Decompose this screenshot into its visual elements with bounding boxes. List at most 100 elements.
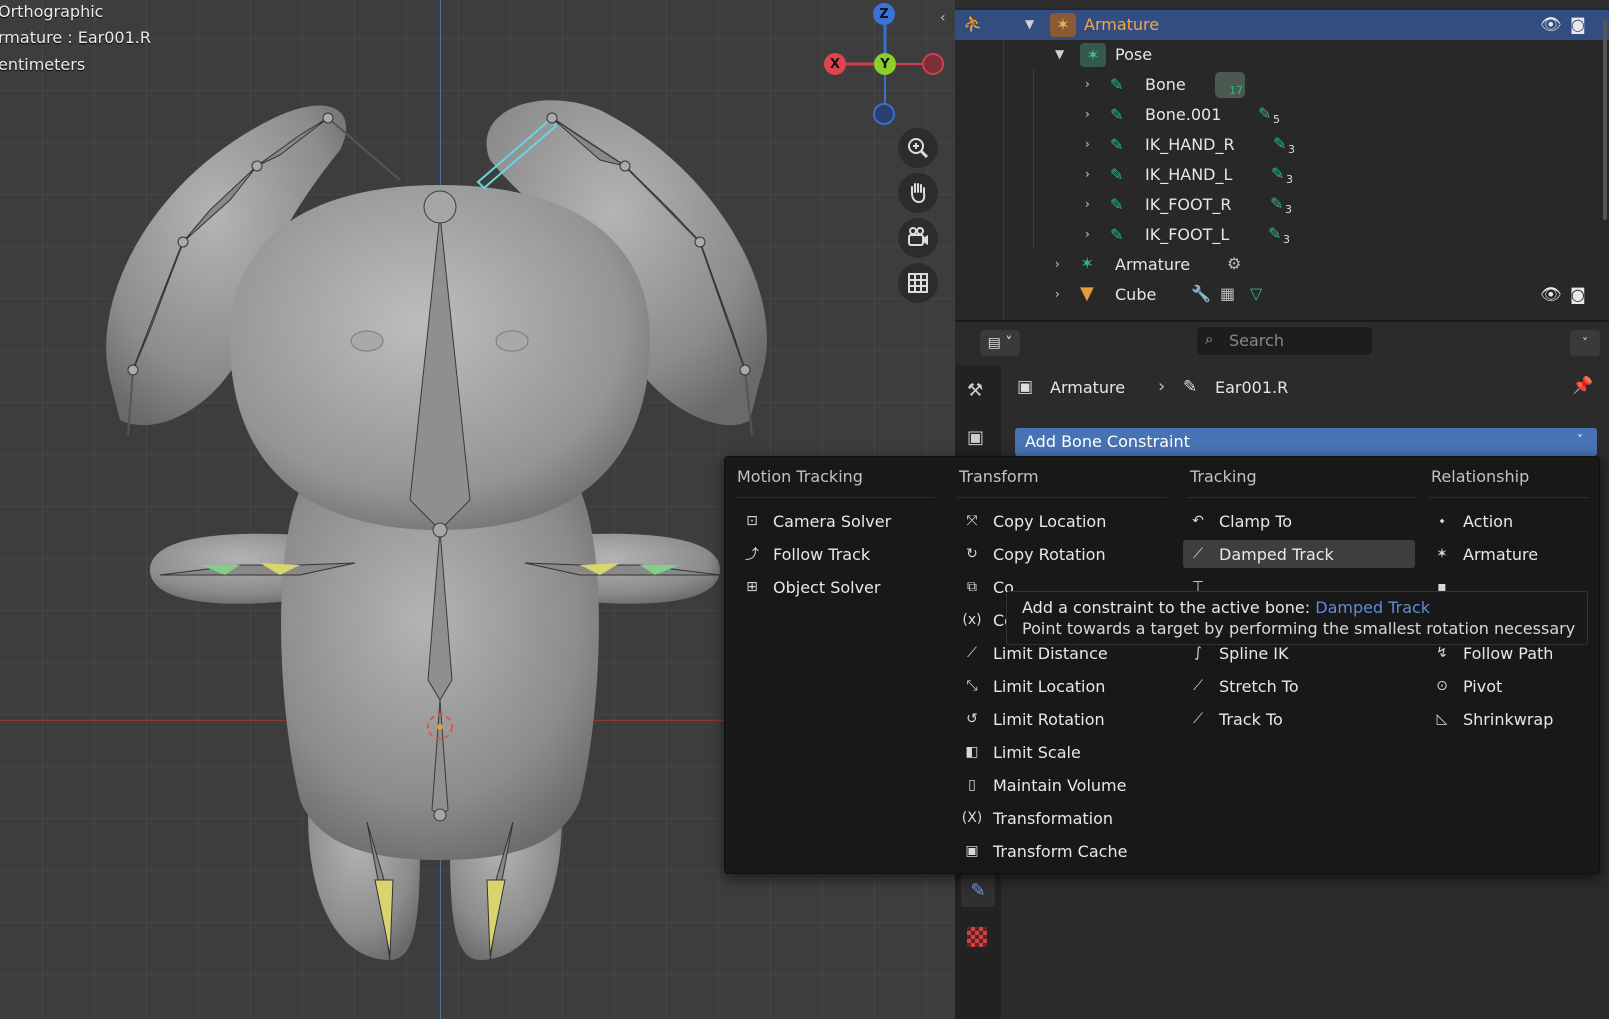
zoom-icon[interactable] (898, 128, 938, 168)
outliner-row-armature-data[interactable]: › ✶ Armature ⚙ (955, 250, 1609, 280)
outliner-row-bone[interactable]: › ✎ IK_HAND_R ✎ 3 (955, 130, 1609, 160)
menu-item-clamp-to[interactable]: ↶ Clamp To (1187, 507, 1417, 535)
chevron-right-icon[interactable]: › (1085, 137, 1090, 151)
pin-icon[interactable]: 📌 (1572, 376, 1593, 396)
outliner-row-armature[interactable]: ⛹ ▼ ✶ Armature 👁 ◙ (955, 10, 1609, 40)
chevron-right-icon[interactable]: › (1085, 77, 1090, 91)
outliner-row-pose[interactable]: ▼ ✶ Pose (955, 40, 1609, 70)
mesh-data-icon[interactable]: ▽ (1250, 284, 1262, 303)
child-count-badge: 3 (1285, 203, 1292, 216)
outliner-row-bone[interactable]: › ✎ Bone.001 ✎ 5 (955, 100, 1609, 130)
menu-item-label: Limit Rotation (993, 709, 1105, 729)
outliner-row-bone[interactable]: › ✎ IK_FOOT_R ✎ 3 (955, 190, 1609, 220)
chevron-right-icon[interactable]: › (1055, 287, 1060, 301)
pose-mode-icon[interactable]: ⛹ (963, 14, 985, 36)
eye-icon[interactable]: 👁 (1540, 285, 1562, 305)
divider (1187, 497, 1417, 498)
search-input[interactable]: Search (1229, 331, 1284, 350)
menu-item-pivot[interactable]: ⊙ Pivot (1431, 672, 1591, 700)
follow-path-icon: ↯ (1436, 645, 1448, 661)
outliner-label: Armature (1084, 15, 1160, 34)
menu-item-label: Follow Track (773, 544, 871, 564)
camera-render-icon[interactable]: ◙ (1570, 15, 1586, 34)
menu-item-follow-track[interactable]: ⤴ Follow Track (741, 540, 941, 568)
camera-view-icon[interactable] (898, 218, 938, 258)
chevron-right-icon[interactable]: › (1085, 107, 1090, 121)
outliner-row-cube[interactable]: › ▼ Cube 🔧 ▦ ▽ 👁 ◙ (955, 280, 1609, 310)
menu-item-copy-location[interactable]: ⤧ Copy Location (961, 507, 1171, 535)
child-bone-icon[interactable]: ✎ (1273, 134, 1286, 153)
menu-item-action[interactable]: ⬩ Action (1431, 507, 1591, 535)
bone-icon: ✎ (1110, 165, 1124, 184)
add-bone-constraint-dropdown[interactable]: Add Bone Constraint ˅ (1015, 428, 1597, 456)
outliner[interactable]: ⛹ ▼ ✶ Armature 👁 ◙ ▼ ✶ Pose › ✎ Bone 17 … (955, 0, 1609, 320)
bone-group-icon[interactable]: ⚙ (1227, 254, 1241, 273)
bone-icon: ✎ (1110, 105, 1124, 124)
menu-item-armature[interactable]: ✶ Armature (1431, 540, 1591, 568)
menu-item-maintain-volume[interactable]: ▯ Maintain Volume (961, 771, 1171, 799)
limit-location-icon: ⤡ (966, 678, 978, 694)
bone-icon: ✎ (1110, 75, 1124, 94)
eye-icon[interactable]: 👁 (1540, 15, 1562, 35)
render-icon[interactable]: ▣ (967, 427, 984, 448)
grid-ortho-icon[interactable] (898, 263, 938, 303)
outliner-scrollbar[interactable] (1603, 20, 1607, 220)
wrench-modifier-icon[interactable]: 🔧 (1191, 284, 1211, 303)
menu-item-limit-scale[interactable]: ◧ Limit Scale (961, 738, 1171, 766)
menu-item-limit-location[interactable]: ⤡ Limit Location (961, 672, 1171, 700)
collection-row-partial (955, 0, 1609, 8)
child-bone-icon[interactable]: ✎ (1270, 194, 1283, 213)
breadcrumb-bone: Ear001.R (1215, 378, 1289, 397)
chevron-down-icon[interactable]: ▼ (1055, 47, 1064, 61)
menu-item-damped-track[interactable]: ⟋ Damped Track (1183, 540, 1415, 568)
bone-icon: ✎ (1110, 135, 1124, 154)
menu-item-track-to[interactable]: ⟋ Track To (1187, 705, 1417, 733)
collapse-chevron-icon[interactable]: ‹ (940, 10, 946, 26)
menu-item-camera-solver[interactable]: ⊡ Camera Solver (741, 507, 941, 535)
pan-hand-icon[interactable] (898, 173, 938, 213)
limit-distance-icon: ⟋ (967, 645, 977, 661)
texture-icon[interactable] (967, 927, 987, 947)
outliner-label: IK_HAND_R (1145, 135, 1235, 154)
chevron-right-icon[interactable]: › (1085, 167, 1090, 181)
chevron-down-icon[interactable]: ˅ (1570, 330, 1600, 356)
bone-constraint-tab-icon[interactable]: ✎ (961, 875, 995, 907)
outliner-row-bone[interactable]: › ✎ IK_HAND_L ✎ 3 (955, 160, 1609, 190)
editor-type-icon[interactable]: ▤ ˅ (980, 330, 1020, 356)
tool-settings-icon[interactable]: ⚒ (967, 380, 983, 401)
object-solver-icon: ⊞ (746, 579, 758, 595)
menu-item-object-solver[interactable]: ⊞ Object Solver (741, 573, 941, 601)
menu-item-transform-cache[interactable]: ▣ Transform Cache (961, 837, 1171, 865)
tooltip-prefix: Add a constraint to the active bone: (1022, 598, 1311, 617)
active-object-label: rmature : Ear001.R (0, 28, 151, 47)
menu-item-shrinkwrap[interactable]: ◺ Shrinkwrap (1431, 705, 1591, 733)
chevron-right-icon[interactable]: › (1085, 227, 1090, 241)
gizmo-z-axis[interactable]: Z (873, 3, 895, 25)
armature-data-icon: ✶ (1080, 254, 1095, 274)
child-count-badge[interactable]: 17 (1215, 72, 1245, 98)
child-bone-icon[interactable]: ✎ (1258, 104, 1271, 123)
menu-item-copy-rotation[interactable]: ↻ Copy Rotation (961, 540, 1171, 568)
outliner-label: Armature (1115, 255, 1191, 274)
chevron-right-icon[interactable]: › (1085, 197, 1090, 211)
menu-item-label: Limit Scale (993, 742, 1081, 762)
gizmo-y-axis[interactable]: Y (874, 53, 896, 75)
gizmo-neg-z-axis[interactable] (873, 103, 895, 125)
chevron-down-icon[interactable]: ▼ (1025, 17, 1034, 31)
menu-item-label: Stretch To (1219, 676, 1299, 696)
child-bone-icon[interactable]: ✎ (1268, 224, 1281, 243)
gizmo-neg-x-axis[interactable] (922, 53, 944, 75)
gizmo-x-axis[interactable]: X (824, 53, 846, 75)
outliner-row-bone[interactable]: › ✎ Bone 17 (955, 70, 1609, 100)
copy-scale-icon: ⧉ (967, 579, 977, 595)
properties-search[interactable]: ⌕ Search (1197, 327, 1372, 355)
tooltip: Add a constraint to the active bone: Dam… (1006, 591, 1588, 645)
vertex-groups-icon[interactable]: ▦ (1220, 284, 1235, 303)
outliner-row-bone[interactable]: › ✎ IK_FOOT_L ✎ 3 (955, 220, 1609, 250)
menu-item-transformation[interactable]: (X) Transformation (961, 804, 1171, 832)
menu-item-limit-rotation[interactable]: ↺ Limit Rotation (961, 705, 1171, 733)
child-bone-icon[interactable]: ✎ (1271, 164, 1284, 183)
chevron-right-icon[interactable]: › (1055, 257, 1060, 271)
camera-render-icon[interactable]: ◙ (1570, 285, 1586, 304)
menu-item-stretch-to[interactable]: ⟋ Stretch To (1187, 672, 1417, 700)
